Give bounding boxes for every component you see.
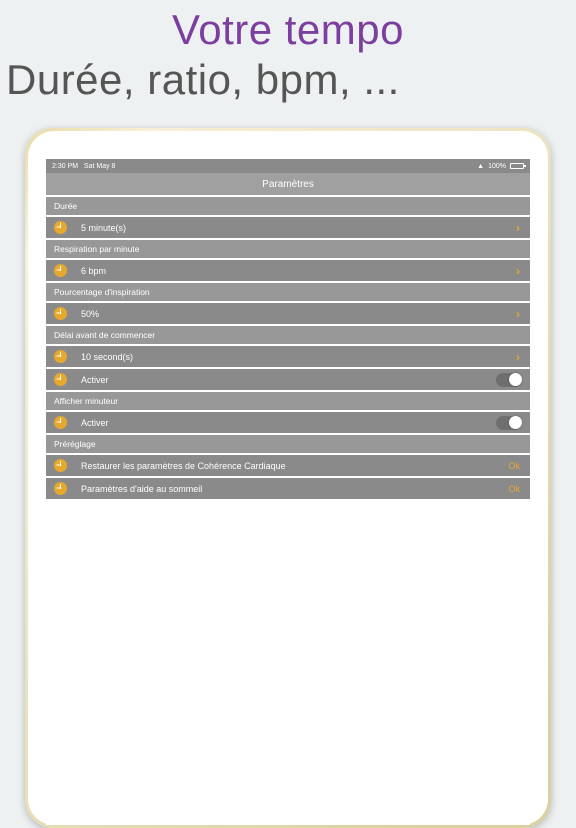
- toggle-switch[interactable]: [496, 416, 522, 430]
- clock-icon: [54, 264, 67, 277]
- row-minuteur-toggle[interactable]: Activer: [46, 410, 530, 433]
- chevron-right-icon: ›: [516, 264, 522, 278]
- ok-action[interactable]: Ok: [508, 484, 522, 494]
- row-sleep-aid-label: Paramètres d'aide au sommeil: [81, 484, 508, 494]
- row-restore-coherence[interactable]: Restaurer les paramètres de Cohérence Ca…: [46, 453, 530, 476]
- tablet-screen: 2:30 PM Sat May 8 ▲ 100% Paramètres Duré…: [46, 159, 530, 825]
- battery-percent: 100%: [488, 163, 506, 170]
- clock-icon: [54, 307, 67, 320]
- chevron-right-icon: ›: [516, 350, 522, 364]
- settings-list: Durée 5 minute(s) › Respiration par minu…: [46, 195, 530, 825]
- row-respiration[interactable]: 6 bpm ›: [46, 258, 530, 281]
- row-delai-label: 10 second(s): [81, 352, 516, 362]
- row-delai-toggle-label: Activer: [81, 375, 496, 385]
- wifi-icon: ▲: [477, 163, 484, 170]
- section-header-delai: Délai avant de commencer: [46, 324, 530, 344]
- row-respiration-label: 6 bpm: [81, 266, 516, 276]
- nav-bar: Paramètres: [46, 173, 530, 195]
- row-inspiration[interactable]: 50% ›: [46, 301, 530, 324]
- clock-icon: [54, 350, 67, 363]
- section-header-inspiration: Pourcentage d'inspiration: [46, 281, 530, 301]
- battery-icon: [510, 163, 524, 169]
- section-header-prereglage: Préréglage: [46, 433, 530, 453]
- status-time: 2:30 PM: [52, 163, 78, 170]
- section-header-respiration: Respiration par minute: [46, 238, 530, 258]
- clock-icon: [54, 416, 67, 429]
- row-duree[interactable]: 5 minute(s) ›: [46, 215, 530, 238]
- row-restore-coherence-label: Restaurer les paramètres de Cohérence Ca…: [81, 461, 508, 471]
- tablet-bezel: 2:30 PM Sat May 8 ▲ 100% Paramètres Duré…: [28, 131, 548, 825]
- status-time-date: 2:30 PM Sat May 8: [52, 163, 115, 170]
- chevron-right-icon: ›: [516, 221, 522, 235]
- list-empty-space: [46, 499, 530, 825]
- ok-action[interactable]: Ok: [508, 461, 522, 471]
- status-date: Sat May 8: [84, 163, 116, 170]
- section-header-duree: Durée: [46, 195, 530, 215]
- page-subhead: Durée, ratio, bpm, ...: [0, 54, 576, 112]
- section-header-minuteur: Afficher minuteur: [46, 390, 530, 410]
- row-delai-toggle[interactable]: Activer: [46, 367, 530, 390]
- clock-icon: [54, 459, 67, 472]
- status-bar: 2:30 PM Sat May 8 ▲ 100%: [46, 159, 530, 173]
- clock-icon: [54, 373, 67, 386]
- nav-title: Paramètres: [262, 179, 314, 190]
- clock-icon: [54, 482, 67, 495]
- toggle-switch[interactable]: [496, 373, 522, 387]
- chevron-right-icon: ›: [516, 307, 522, 321]
- clock-icon: [54, 221, 67, 234]
- row-sleep-aid[interactable]: Paramètres d'aide au sommeil Ok: [46, 476, 530, 499]
- row-minuteur-toggle-label: Activer: [81, 418, 496, 428]
- row-inspiration-label: 50%: [81, 309, 516, 319]
- tablet-frame: 2:30 PM Sat May 8 ▲ 100% Paramètres Duré…: [25, 128, 551, 828]
- row-duree-label: 5 minute(s): [81, 223, 516, 233]
- row-delai-value[interactable]: 10 second(s) ›: [46, 344, 530, 367]
- page-headline: Votre tempo: [0, 0, 576, 54]
